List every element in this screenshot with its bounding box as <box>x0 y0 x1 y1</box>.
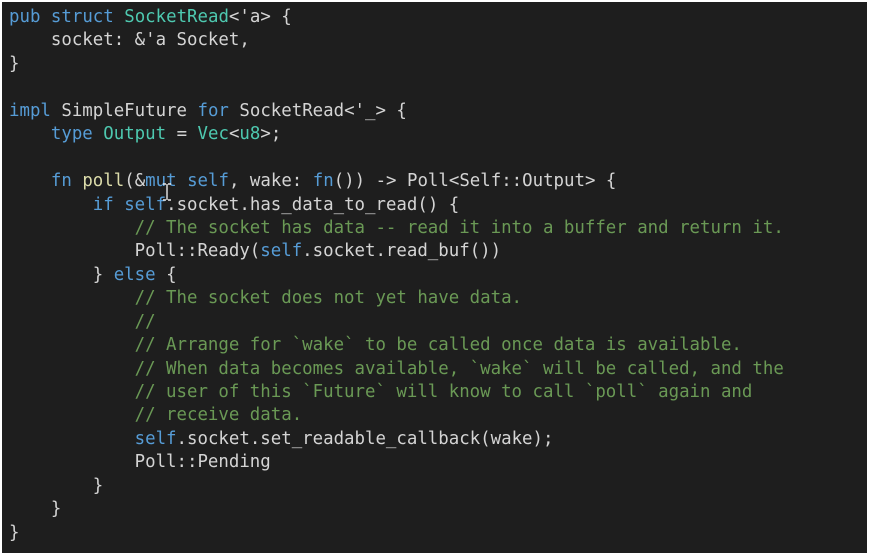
code-token: Output <box>103 124 167 145</box>
code-line[interactable]: // Arrange for `wake` to be called once … <box>9 334 784 357</box>
code-token: // receive data. <box>134 405 303 426</box>
code-line[interactable]: } <box>9 475 784 498</box>
code-token: else <box>113 264 156 285</box>
code-token: SocketRead <box>124 7 229 27</box>
code-token: Poll::Ready( <box>9 241 261 262</box>
code-token: poll <box>82 171 125 192</box>
code-token: Vec <box>197 124 229 145</box>
text-cursor-icon <box>163 183 171 201</box>
code-token: >; <box>260 124 282 145</box>
code-line[interactable] <box>9 76 784 99</box>
code-token: pub <box>9 7 41 27</box>
code-token: fn <box>312 171 334 192</box>
code-token: impl <box>9 100 51 121</box>
code-line[interactable]: fn poll(&mut self, wake: fn()) -> Poll<S… <box>9 170 784 193</box>
code-token: self <box>134 428 177 449</box>
code-line[interactable] <box>9 147 784 170</box>
code-token: if <box>92 194 114 215</box>
code-token: self <box>124 194 167 215</box>
code-token: // user of this `Future` will know to ca… <box>134 382 753 402</box>
code-line[interactable]: } <box>9 498 784 521</box>
code-token: // The socket has data -- read it into a… <box>134 217 784 238</box>
code-line[interactable]: impl SimpleFuture for SocketRead<'_> { <box>9 100 784 123</box>
code-line[interactable]: if self.socket.has_data_to_read() { <box>9 194 784 217</box>
code-line[interactable]: // <box>9 311 784 334</box>
code-token: (& <box>124 171 146 192</box>
code-line[interactable]: Poll::Ready(self.socket.read_buf()) <box>9 240 784 263</box>
code-token: } <box>9 53 20 74</box>
code-token: // When data becomes available, `wake` w… <box>134 358 784 379</box>
code-token: self <box>187 171 229 192</box>
code-token: // Arrange for `wake` to be called once … <box>134 335 742 356</box>
code-token: // <box>134 311 156 332</box>
code-token: .socket.read_buf()) <box>302 241 502 262</box>
code-block[interactable]: pub struct SocketRead<'a> { socket: &'a … <box>9 6 784 545</box>
code-line[interactable]: // When data becomes available, `wake` w… <box>9 358 784 381</box>
code-line[interactable]: // The socket does not yet have data. <box>9 287 784 310</box>
code-token: SocketRead<'_> { <box>228 100 407 121</box>
code-line[interactable]: // receive data. <box>9 404 784 427</box>
code-token: <'a> { <box>228 7 292 27</box>
code-token: } <box>9 499 62 520</box>
code-line[interactable]: type Output = Vec<u8>; <box>9 123 784 146</box>
code-line[interactable]: } else { <box>9 264 784 287</box>
code-token: socket: &'a Socket, <box>9 30 250 51</box>
code-token: } <box>9 522 20 543</box>
code-token: struct <box>50 7 114 27</box>
code-token: .socket.set_readable_callback(wake); <box>176 428 554 449</box>
code-token: fn <box>50 171 72 192</box>
code-token: SimpleFuture <box>50 100 198 121</box>
code-line[interactable]: self.socket.set_readable_callback(wake); <box>9 428 784 451</box>
code-token: Poll::Pending <box>9 452 271 473</box>
code-line[interactable]: pub struct SocketRead<'a> { <box>9 6 784 29</box>
code-token: { <box>155 264 177 285</box>
code-token: type <box>50 124 93 145</box>
code-token: .socket.has_data_to_read() { <box>166 194 460 215</box>
code-editor[interactable]: pub struct SocketRead<'a> { socket: &'a … <box>2 2 867 553</box>
code-line[interactable]: } <box>9 522 784 545</box>
code-line[interactable]: Poll::Pending <box>9 451 784 474</box>
code-token: , wake: <box>228 171 313 192</box>
code-token: = <box>166 124 198 145</box>
code-token: < <box>228 124 240 145</box>
code-token: u8 <box>239 124 261 145</box>
code-line[interactable]: socket: &'a Socket, <box>9 29 784 52</box>
code-token: for <box>197 100 229 121</box>
code-token: // The socket does not yet have data. <box>134 288 523 309</box>
code-token: ()) -> Poll<Self::Output> { <box>333 171 617 192</box>
code-line[interactable]: // user of this `Future` will know to ca… <box>9 381 784 404</box>
code-line[interactable]: } <box>9 53 784 76</box>
code-token: } <box>9 475 104 496</box>
code-line[interactable]: // The socket has data -- read it into a… <box>9 217 784 240</box>
code-token: } <box>9 264 114 285</box>
code-token: self <box>260 241 303 262</box>
